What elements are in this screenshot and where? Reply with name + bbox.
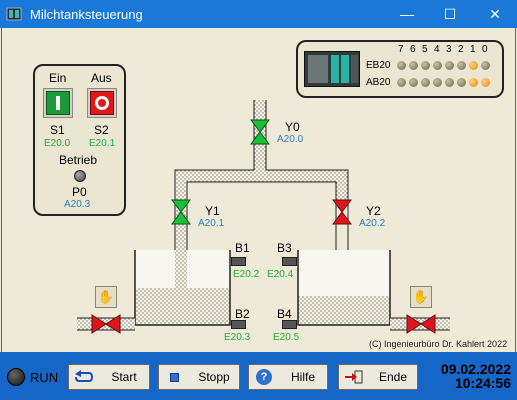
control-panel: Ein Aus S1 S2 E20.0 E20.1 Betrieb P0 A20… — [33, 64, 126, 216]
y2-address: A20.2 — [359, 218, 386, 229]
eb20-bit-4-led — [433, 61, 442, 70]
tank-right — [297, 250, 391, 326]
status-lamp-p0 — [74, 170, 86, 182]
b3-label: B3 — [277, 241, 292, 255]
bit-label-6: 6 — [410, 44, 416, 55]
bit-label-1: 1 — [470, 44, 476, 55]
s1-label: S1 — [50, 123, 65, 137]
y0-address: A20.0 — [277, 134, 304, 145]
close-button[interactable]: ✕ — [473, 0, 517, 28]
stop-square-icon — [159, 372, 189, 382]
ab20-label: AB20 — [366, 77, 391, 88]
bottom-toolbar: RUN Start Stopp ? Hilfe Ende 09.02.2022 … — [0, 352, 517, 400]
b4-label: B4 — [277, 307, 292, 321]
s2-address: E20.1 — [89, 138, 116, 149]
eb20-bit-2-led — [457, 61, 466, 70]
y2-label: Y2 — [366, 204, 381, 218]
minimize-button[interactable]: — — [385, 0, 429, 28]
sensor-b3 — [282, 257, 297, 266]
manual-outlet-left-button[interactable]: ✋ — [95, 286, 117, 308]
ab20-bit-6-led — [409, 78, 418, 87]
b4-address: E20.5 — [273, 332, 300, 343]
exit-door-icon — [339, 370, 369, 384]
bit-label-3: 3 — [446, 44, 452, 55]
sensor-b4 — [282, 320, 297, 329]
ab20-bit-1-led — [469, 78, 478, 87]
copyright-text: (C) Ingenieurbüro Dr. Kahlert 2022 — [369, 339, 508, 349]
s2-label: S2 — [94, 123, 109, 137]
y1-label: Y1 — [205, 204, 220, 218]
sensor-b2 — [231, 320, 246, 329]
app-icon — [6, 7, 22, 21]
p0-address: A20.3 — [64, 199, 91, 210]
io-panel: 7 6 5 4 3 2 1 0 EB20 AB20 — [296, 40, 504, 98]
eb20-bit-7-led — [397, 61, 406, 70]
b1-label: B1 — [235, 241, 250, 255]
ab20-bit-0-led — [481, 78, 490, 87]
switch-on-button[interactable] — [43, 88, 73, 118]
b3-address: E20.4 — [267, 269, 294, 280]
sensor-b1 — [231, 257, 246, 266]
y1-address: A20.1 — [198, 218, 225, 229]
eb20-bit-5-led — [421, 61, 430, 70]
title-bar: Milchtanksteuerung — ☐ ✕ — [0, 0, 517, 28]
betrieb-label: Betrieb — [59, 153, 98, 167]
bit-label-4: 4 — [434, 44, 440, 55]
ab20-bit-7-led — [397, 78, 406, 87]
ab20-bit-2-led — [457, 78, 466, 87]
eb20-bit-1-led — [469, 61, 478, 70]
eb20-bit-6-led — [409, 61, 418, 70]
eb20-leds — [397, 61, 497, 71]
on-label: Ein — [49, 71, 67, 85]
eb20-label: EB20 — [366, 60, 391, 71]
b1-address: E20.2 — [233, 269, 260, 280]
maximize-button[interactable]: ☐ — [428, 0, 472, 28]
window-title: Milchtanksteuerung — [30, 6, 143, 22]
help-icon: ? — [249, 369, 279, 385]
tank-left — [134, 250, 231, 326]
p0-label: P0 — [72, 185, 87, 199]
bit-label-5: 5 — [422, 44, 428, 55]
switch-off-button[interactable] — [87, 88, 117, 118]
s1-address: E20.0 — [44, 138, 71, 149]
stopp-button[interactable]: Stopp — [158, 364, 240, 390]
eb20-bit-3-led — [445, 61, 454, 70]
ab20-bit-3-led — [445, 78, 454, 87]
b2-address: E20.3 — [224, 332, 251, 343]
eb20-bit-0-led — [481, 61, 490, 70]
hand-icon: ✋ — [412, 289, 430, 304]
time-text: 10:24:56 — [454, 375, 511, 391]
b2-label: B2 — [235, 307, 250, 321]
off-label: Aus — [91, 71, 112, 85]
run-label: RUN — [30, 370, 59, 385]
ende-button[interactable]: Ende — [338, 364, 418, 390]
hand-icon: ✋ — [97, 289, 115, 304]
loop-arrow-icon — [69, 370, 99, 384]
bit-label-0: 0 — [482, 44, 488, 55]
power-on-icon — [56, 96, 60, 110]
y0-label: Y0 — [285, 120, 300, 134]
main-area: Ein Aus S1 S2 E20.0 E20.1 Betrieb P0 A20… — [1, 28, 516, 352]
start-button[interactable]: Start — [68, 364, 150, 390]
run-indicator — [7, 368, 25, 386]
bit-label-2: 2 — [458, 44, 464, 55]
plc-module-icon — [304, 51, 360, 87]
bit-header: 7 6 5 4 3 2 1 0 — [398, 44, 498, 56]
datetime-display: 09.02.2022 10:24:56 — [441, 362, 511, 390]
ab20-bit-5-led — [421, 78, 430, 87]
ab20-bit-4-led — [433, 78, 442, 87]
ab20-leds — [397, 78, 497, 88]
manual-outlet-right-button[interactable]: ✋ — [410, 286, 432, 308]
bit-label-7: 7 — [398, 44, 404, 55]
hilfe-button[interactable]: ? Hilfe — [248, 364, 328, 390]
power-off-icon — [95, 96, 109, 110]
date-text: 09.02.2022 — [440, 361, 511, 377]
